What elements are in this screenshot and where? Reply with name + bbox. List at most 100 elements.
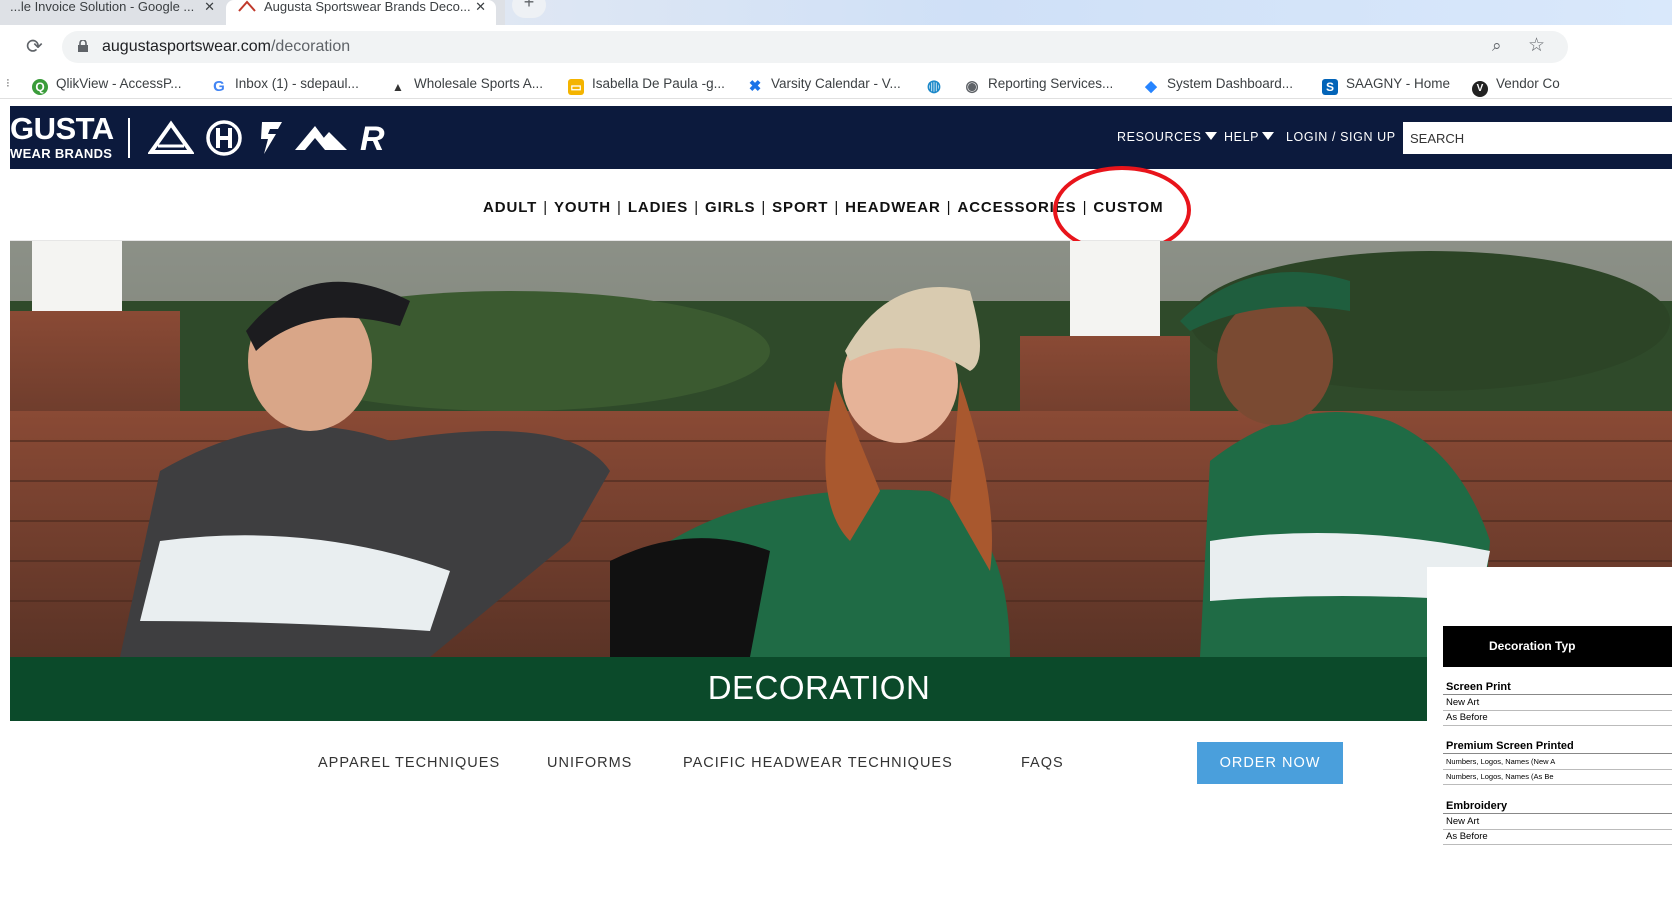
tab-strip-background — [505, 0, 1672, 25]
google-icon: G — [213, 78, 225, 95]
separator: | — [761, 199, 767, 216]
jira-icon: ◆ — [1145, 78, 1157, 95]
bookmark-isabella[interactable]: ▭ Isabella De Paula -g... — [568, 73, 725, 95]
logo-sub-text: WEAR BRANDS — [10, 146, 113, 161]
separator: | — [617, 199, 622, 216]
new-tab-button[interactable]: + — [512, 0, 546, 18]
separator: | — [543, 199, 549, 216]
tab-close-icon[interactable]: ✕ — [475, 0, 486, 14]
order-now-button[interactable]: ORDER NOW — [1197, 742, 1343, 784]
url-host: augustasportswear.com — [102, 38, 271, 55]
bookmark-wholesale[interactable]: ▲ Wholesale Sports A... — [390, 73, 543, 95]
table-row: As Before — [1443, 830, 1672, 845]
table-section-title: Screen Print — [1443, 680, 1672, 695]
bookmark-label: Varsity Calendar - V... — [771, 76, 901, 91]
holloway-brand-icon[interactable] — [204, 120, 244, 156]
tab-close-icon[interactable]: ✕ — [204, 0, 215, 14]
bookmark-att[interactable]: ◍ — [926, 73, 950, 95]
bookmark-reporting[interactable]: ◉ Reporting Services... — [964, 73, 1113, 95]
reload-icon[interactable]: ⟳ — [26, 34, 43, 59]
bookmark-label: System Dashboard... — [1167, 76, 1294, 91]
lock-icon — [78, 40, 88, 52]
augusta-icon: ▲ — [392, 80, 404, 94]
bookmark-label: Inbox (1) - sdepaul... — [235, 76, 359, 91]
sharepoint-icon: S — [1322, 79, 1338, 95]
subnav-pacific-headwear[interactable]: PACIFIC HEADWEAR TECHNIQUES — [683, 755, 953, 771]
table-row: New Art — [1443, 696, 1672, 711]
overflow-dots-icon: ⁝ — [6, 76, 10, 90]
decoration-price-table: Decoration Typ Screen Print New Art As B… — [1427, 567, 1672, 903]
qlikview-icon: Q — [32, 79, 48, 95]
browser-toolbar: ⟳ augustasportswear.com/decoration ⌕ ☆ — [0, 25, 1672, 69]
bookmark-label: SAAGNY - Home — [1346, 76, 1451, 91]
augusta-logo[interactable]: GUSTA WEAR BRANDS — [10, 111, 114, 161]
bookmark-label: Isabella De Paula -g... — [592, 76, 725, 91]
separator: | — [946, 199, 952, 216]
bookmark-qlikview[interactable]: Q QlikView - AccessP... — [32, 73, 182, 95]
address-bar[interactable]: augustasportswear.com/decoration ⌕ ☆ — [62, 31, 1568, 63]
vendor-icon: V — [1472, 81, 1488, 97]
help-menu[interactable]: HELP — [1224, 130, 1275, 144]
bookmark-label: Wholesale Sports A... — [414, 76, 544, 91]
url-text: augustasportswear.com/decoration — [102, 38, 350, 56]
category-nav: ADULT | YOUTH | LADIES | GIRLS | SPORT | HEADWEAR |… — [10, 169, 1672, 241]
table-header: Decoration Typ — [1443, 626, 1672, 667]
table-row: Numbers, Logos, Names (New A — [1443, 755, 1672, 770]
bookmark-inbox[interactable]: G Inbox (1) - sdepaul... — [211, 73, 359, 95]
bookmarks-bar: ⁝ Q QlikView - AccessP... G Inbox (1) - sd… — [0, 69, 1672, 99]
zoom-icon[interactable]: ⌕ — [1492, 36, 1502, 56]
augusta-brand-icon[interactable] — [148, 120, 194, 156]
category-headwear[interactable]: HEADWEAR — [845, 199, 941, 216]
search-input[interactable] — [1403, 122, 1672, 154]
varsity-icon: ✖ — [748, 78, 762, 95]
help-label: HELP — [1224, 130, 1260, 144]
bookmark-label: QlikView - AccessP... — [56, 76, 182, 91]
highfive-brand-icon[interactable] — [256, 120, 286, 156]
russell-brand-icon[interactable]: R — [358, 120, 402, 156]
caret-down-icon — [1262, 132, 1275, 140]
tab-title: Augusta Sportswear Brands Deco... — [264, 0, 471, 14]
url-path: /decoration — [270, 38, 351, 55]
resources-label: RESOURCES — [1117, 130, 1202, 144]
category-girls[interactable]: GIRLS — [705, 199, 755, 216]
bookmark-saagny[interactable]: S SAAGNY - Home — [1322, 73, 1450, 95]
att-icon: ◍ — [927, 78, 941, 95]
bookmark-label: Vendor Co — [1496, 76, 1560, 91]
svg-text:R: R — [360, 120, 385, 156]
bookmark-vendor[interactable]: V Vendor Co — [1472, 73, 1560, 97]
bookmark-star-icon[interactable]: ☆ — [1528, 34, 1545, 57]
subnav-uniforms[interactable]: UNIFORMS — [547, 755, 632, 771]
tab-title: ...le Invoice Solution - Google ... — [10, 0, 195, 14]
resources-menu[interactable]: RESOURCES — [1117, 130, 1217, 144]
bookmark-varsity[interactable]: ✖ Varsity Calendar - V... — [747, 73, 901, 95]
logo-main-text: GUSTA — [10, 111, 114, 146]
subnav-apparel-techniques[interactable]: APPAREL TECHNIQUES — [318, 755, 500, 771]
table-row: Numbers, Logos, Names (As Be — [1443, 770, 1672, 785]
browser-tab-decoration[interactable]: Augusta Sportswear Brands Deco... ✕ — [226, 0, 496, 25]
hero-photo — [10, 241, 1672, 657]
table-row: As Before — [1443, 711, 1672, 726]
separator: | — [834, 199, 840, 216]
hero-image — [10, 241, 1672, 657]
browser-tab-invoice[interactable]: ...le Invoice Solution - Google ... ✕ — [0, 0, 225, 25]
table-row: New Art — [1443, 815, 1672, 830]
bookmark-label: Reporting Services... — [988, 76, 1114, 91]
caret-down-icon — [1204, 132, 1217, 140]
category-sport[interactable]: SPORT — [772, 199, 828, 216]
slides-icon: ▭ — [568, 79, 584, 95]
augusta-favicon-icon — [238, 0, 256, 12]
page-title: DECORATION — [707, 669, 931, 706]
separator: | — [694, 199, 700, 216]
category-ladies[interactable]: LADIES — [628, 199, 688, 216]
subnav-faqs[interactable]: FAQS — [1021, 755, 1064, 771]
table-section-title: Embroidery — [1443, 799, 1672, 814]
login-link[interactable]: LOGIN / SIGN UP — [1286, 130, 1396, 144]
pacific-brand-icon[interactable] — [293, 120, 349, 156]
category-youth[interactable]: YOUTH — [554, 199, 611, 216]
table-section-title: Premium Screen Printed — [1443, 739, 1672, 754]
site-header: GUSTA WEAR BRANDS R RESOURCES HELP LOGIN… — [10, 106, 1672, 169]
bookmark-system-dashboard[interactable]: ◆ System Dashboard... — [1143, 73, 1293, 95]
decoration-banner: DECORATION — [10, 657, 1672, 721]
category-adult[interactable]: ADULT — [483, 199, 537, 216]
logo-divider — [128, 118, 130, 158]
